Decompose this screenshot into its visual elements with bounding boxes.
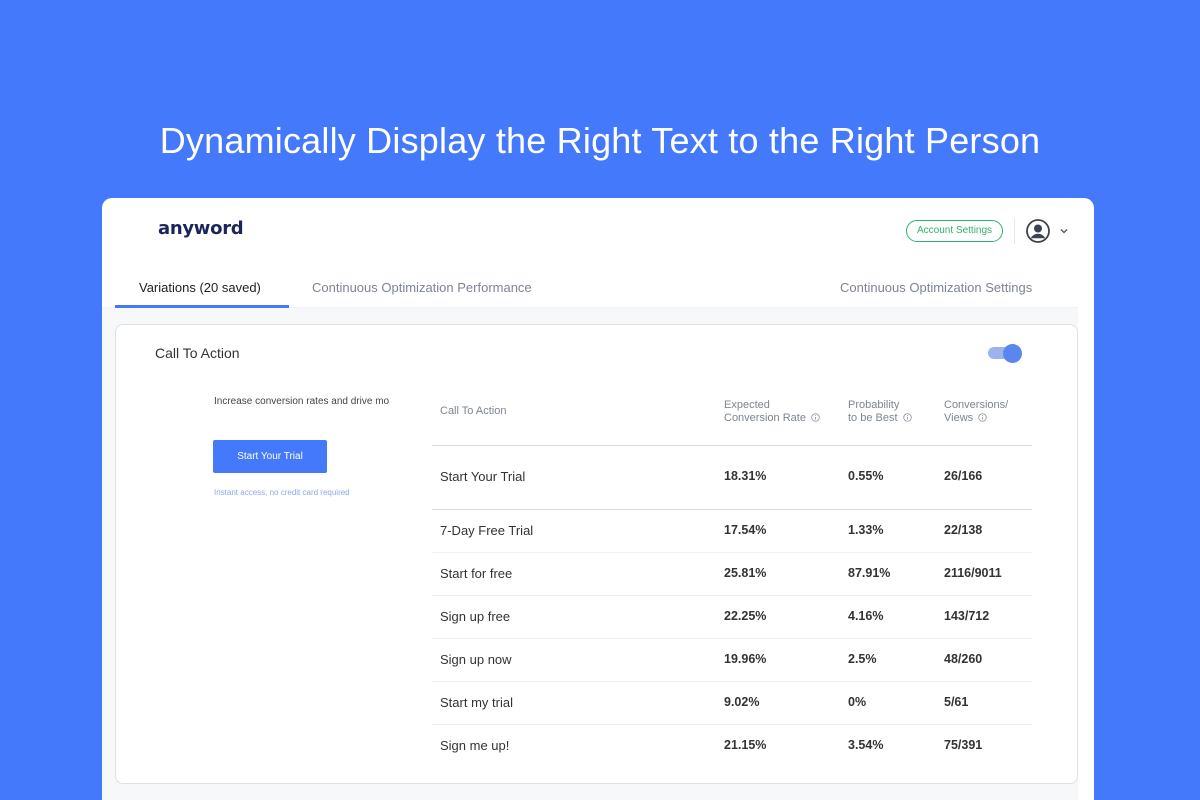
tab-bar: Variations (20 saved) Continuous Optimiz… [102, 270, 1078, 308]
header-probability-best: Probability to be Best [848, 399, 912, 425]
row-divider [432, 681, 1032, 682]
cell-probability-best: 1.33% [848, 523, 884, 537]
cell-probability-best: 2.5% [848, 652, 877, 666]
scroll-gutter [1078, 270, 1094, 800]
header-cta: Call To Action [440, 405, 507, 417]
cell-probability-best: 3.54% [848, 738, 884, 752]
cell-cta: Start Your Trial [440, 469, 526, 484]
cell-conversions-views: 26/166 [944, 469, 983, 483]
header-label: to be Best [848, 412, 898, 424]
cell-conversions-views: 48/260 [944, 652, 983, 666]
cell-cta: 7-Day Free Trial [440, 523, 534, 538]
cell-conversions-views: 22/138 [944, 523, 983, 537]
info-icon[interactable] [902, 413, 912, 422]
preview-text: Increase conversion rates and drive mo [214, 396, 389, 407]
app-window: anyword Account Settings Variations (20 … [102, 198, 1094, 800]
top-bar: anyword Account Settings [102, 198, 1094, 270]
account-settings-button[interactable]: Account Settings [906, 220, 1004, 242]
cell-expected-conversion-rate: 25.81% [724, 566, 767, 580]
info-icon[interactable] [978, 413, 987, 422]
card-title: Call To Action [155, 345, 240, 361]
cell-expected-conversion-rate: 22.25% [724, 609, 767, 623]
header-label: Conversion Rate [724, 412, 806, 424]
table-row[interactable]: Start for free 25.81% 87.91% 2116/9011 [432, 566, 1032, 608]
cell-conversions-views: 75/391 [944, 738, 983, 752]
cell-probability-best: 0% [848, 695, 867, 709]
cta-card: Call To Action Increase conversion rates… [115, 324, 1078, 784]
user-avatar-icon[interactable] [1026, 219, 1050, 243]
page-headline: Dynamically Display the Right Text to th… [159, 120, 1041, 161]
cell-conversions-views: 143/712 [944, 609, 990, 623]
row-divider [432, 638, 1032, 639]
cell-conversions-views: 5/61 [944, 695, 969, 709]
cell-cta: Sign up free [440, 609, 511, 624]
cell-cta: Sign up now [440, 652, 512, 667]
row-divider [432, 552, 1032, 553]
cell-conversions-views: 2116/9011 [944, 566, 1002, 580]
cell-expected-conversion-rate: 18.31% [724, 469, 767, 483]
header-label: Views [944, 412, 974, 424]
table-row[interactable]: Sign up free 22.25% 4.16% 143/712 [432, 609, 1032, 651]
footer-strip [102, 794, 1078, 800]
table-row[interactable]: 7-Day Free Trial 17.54% 1.33% 22/138 [432, 523, 1032, 565]
cell-expected-conversion-rate: 9.02% [724, 695, 760, 709]
header-divider [432, 445, 1032, 446]
header-label: Expected [724, 399, 770, 411]
header-label: Probability [848, 399, 900, 411]
table-row[interactable]: Sign me up! 21.15% 3.54% 75/391 [432, 738, 1032, 780]
table-row[interactable]: Start my trial 9.02% 0% 5/61 [432, 695, 1032, 737]
info-icon[interactable] [811, 413, 820, 422]
chevron-down-icon[interactable] [1058, 225, 1070, 237]
table-row[interactable]: Sign up now 19.96% 2.5% 48/260 [432, 652, 1032, 694]
tab-optimization-performance[interactable]: Continuous Optimization Performance [312, 280, 532, 295]
cell-probability-best: 0.55% [848, 469, 884, 483]
preview-subtext: Instant access, no credit card required [214, 488, 350, 497]
cell-expected-conversion-rate: 19.96% [724, 652, 767, 666]
table-row[interactable]: Start Your Trial 18.31% 0.55% 26/166 [432, 469, 1032, 511]
cell-expected-conversion-rate: 17.54% [724, 523, 767, 537]
cell-cta: Start for free [440, 566, 513, 581]
tab-variations[interactable]: Variations (20 saved) [139, 280, 261, 295]
cell-expected-conversion-rate: 21.15% [724, 738, 767, 752]
cell-cta: Start my trial [440, 695, 513, 710]
tab-optimization-settings[interactable]: Continuous Optimization Settings [840, 280, 1032, 295]
toggle-knob [1003, 344, 1022, 363]
cell-probability-best: 4.16% [848, 609, 884, 623]
cell-probability-best: 87.91% [848, 566, 891, 580]
cell-cta: Sign me up! [440, 738, 510, 753]
header-conversions-views: Conversions/ Views [944, 399, 1008, 425]
row-divider [432, 595, 1032, 596]
row-divider [432, 724, 1032, 725]
header-label: Conversions/ [944, 399, 1009, 411]
logo[interactable]: anyword [158, 218, 244, 239]
header-expected-conversion-rate: Expected Conversion Rate [724, 399, 820, 425]
cta-toggle[interactable] [986, 344, 1024, 363]
divider [1014, 218, 1015, 244]
preview-cta-button[interactable]: Start Your Trial [213, 440, 327, 473]
